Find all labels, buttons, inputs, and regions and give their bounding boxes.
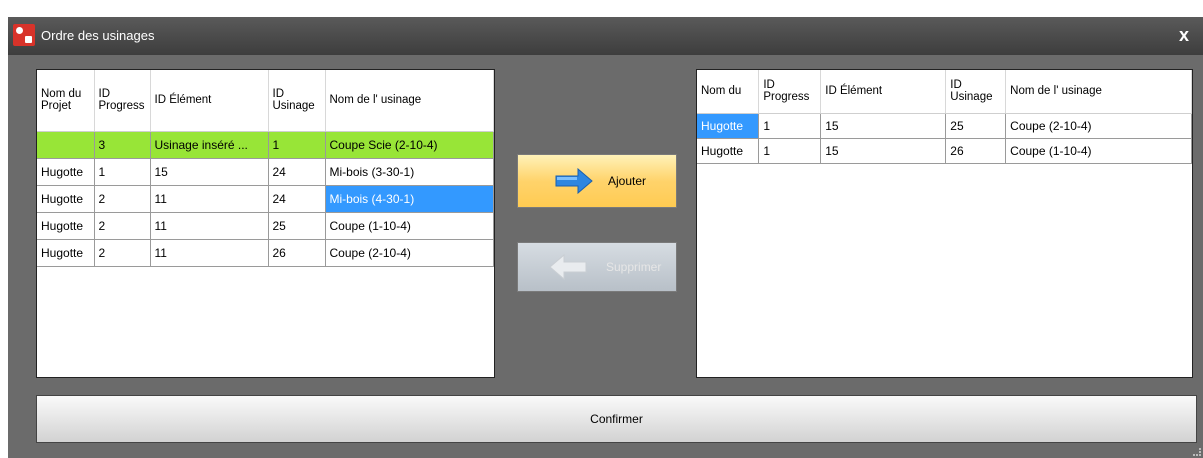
cell-project[interactable]: Hugotte	[37, 239, 95, 267]
cell-project[interactable]: Hugotte	[37, 212, 95, 240]
table-row[interactable]: Hugotte 2 11 24 Mi-bois (4-30-1)	[37, 185, 494, 213]
table-row[interactable]: 3 Usinage inséré ... 1 Coupe Scie (2-10-…	[37, 131, 494, 159]
table-row[interactable]: Hugotte 2 11 26 Coupe (2-10-4)	[37, 239, 494, 267]
remove-button[interactable]: Supprimer	[517, 242, 677, 292]
cell-machining-id[interactable]: 26	[945, 138, 1007, 164]
remove-button-label: Supprimer	[606, 260, 662, 274]
table-row[interactable]: Hugotte 1 15 24 Mi-bois (3-30-1)	[37, 158, 494, 186]
left-header-row: Nom du Projet ID Progress ID Élément ID …	[37, 70, 494, 132]
cell-element[interactable]: 15	[820, 138, 947, 164]
close-icon[interactable]: x	[1179, 25, 1189, 46]
col-header-machining-name[interactable]: Nom de l' usinage	[1005, 70, 1192, 114]
cell-element[interactable]: 15	[820, 113, 947, 139]
title-bar: Ordre des usinages x	[8, 17, 1203, 55]
col-header-machining-id[interactable]: ID Usinage	[945, 70, 1007, 114]
col-header-project-name[interactable]: Nom du Projet	[37, 70, 95, 132]
arrow-right-icon	[555, 168, 593, 194]
col-header-machining-id[interactable]: ID Usinage	[268, 70, 326, 132]
cell-element[interactable]: Usinage inséré ...	[150, 131, 269, 159]
cell-project[interactable]	[37, 131, 95, 159]
table-row[interactable]: Hugotte 1 15 25 Coupe (2-10-4)	[697, 113, 1192, 139]
table-row[interactable]: Hugotte 2 11 25 Coupe (1-10-4)	[37, 212, 494, 240]
col-header-progress-id[interactable]: ID Progress	[94, 70, 151, 132]
cell-machining-name[interactable]: Mi-bois (3-30-1)	[325, 158, 494, 186]
cell-machining-name[interactable]: Coupe (2-10-4)	[325, 239, 494, 267]
cell-machining-name[interactable]: Coupe (1-10-4)	[325, 212, 494, 240]
col-header-project-name[interactable]: Nom du	[697, 70, 760, 114]
cell-machining-id[interactable]: 1	[268, 131, 326, 159]
cell-machining-id[interactable]: 25	[268, 212, 326, 240]
col-header-element-id[interactable]: ID Élément	[820, 70, 947, 114]
window-title: Ordre des usinages	[41, 28, 155, 43]
col-header-progress-id[interactable]: ID Progress	[758, 70, 822, 114]
cell-project[interactable]: Hugotte	[37, 158, 95, 186]
cell-machining-id[interactable]: 25	[945, 113, 1007, 139]
cell-element[interactable]: 11	[150, 239, 269, 267]
arrow-left-icon	[549, 254, 587, 280]
dialog-window: Ordre des usinages x Nom du Projet ID Pr…	[8, 17, 1203, 458]
table-row[interactable]: Hugotte 1 15 26 Coupe (1-10-4)	[697, 138, 1192, 164]
confirm-button[interactable]: Confirmer	[36, 395, 1197, 443]
right-header-row: Nom du ID Progress ID Élément ID Usinage…	[697, 70, 1192, 114]
cell-machining-id[interactable]: 24	[268, 158, 326, 186]
cell-machining-id[interactable]: 26	[268, 239, 326, 267]
cell-machining-id[interactable]: 24	[268, 185, 326, 213]
cell-progress[interactable]: 1	[94, 158, 151, 186]
cell-machining-name[interactable]: Coupe (2-10-4)	[1005, 113, 1192, 139]
cell-project[interactable]: Hugotte	[697, 138, 760, 164]
cell-progress[interactable]: 2	[94, 239, 151, 267]
cell-machining-name-selected[interactable]: Mi-bois (4-30-1)	[325, 185, 494, 213]
source-machining-grid[interactable]: Nom du Projet ID Progress ID Élément ID …	[36, 69, 495, 378]
cell-progress[interactable]: 2	[94, 212, 151, 240]
add-button-label: Ajouter	[608, 174, 647, 188]
cell-project-selected[interactable]: Hugotte	[697, 113, 760, 139]
cell-progress[interactable]: 1	[758, 113, 822, 139]
cell-element[interactable]: 15	[150, 158, 269, 186]
add-button[interactable]: Ajouter	[517, 154, 677, 208]
ordered-machining-grid[interactable]: Nom du ID Progress ID Élément ID Usinage…	[696, 69, 1193, 378]
col-header-element-id[interactable]: ID Élément	[150, 70, 269, 132]
cell-element[interactable]: 11	[150, 212, 269, 240]
resize-grip-icon[interactable]	[1193, 448, 1201, 456]
cell-progress[interactable]: 1	[758, 138, 822, 164]
cell-progress[interactable]: 3	[94, 131, 151, 159]
cell-progress[interactable]: 2	[94, 185, 151, 213]
cell-project[interactable]: Hugotte	[37, 185, 95, 213]
col-header-machining-name[interactable]: Nom de l' usinage	[325, 70, 494, 132]
cell-element[interactable]: 11	[150, 185, 269, 213]
cell-machining-name[interactable]: Coupe Scie (2-10-4)	[325, 131, 494, 159]
app-icon	[13, 24, 35, 46]
cell-machining-name[interactable]: Coupe (1-10-4)	[1005, 138, 1192, 164]
confirm-button-label: Confirmer	[590, 412, 643, 426]
